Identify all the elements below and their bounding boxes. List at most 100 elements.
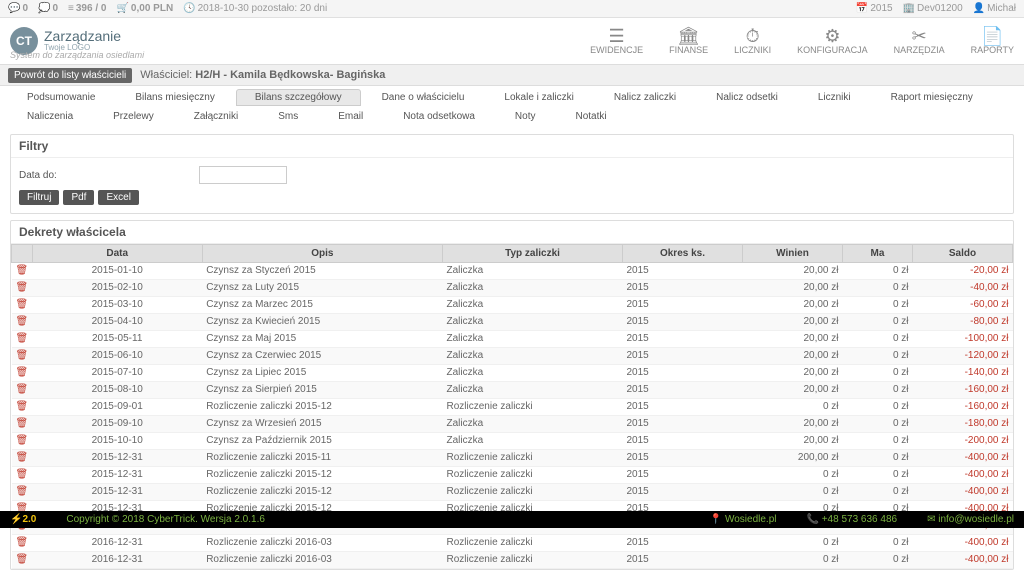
- delete-icon[interactable]: 🗑: [16, 299, 29, 310]
- tab-lokale-i-zaliczki[interactable]: Lokale i zaliczki: [485, 89, 592, 106]
- tab-podsumowanie[interactable]: Podsumowanie: [8, 89, 114, 106]
- logo-title: Zarządzanie: [44, 29, 121, 44]
- tab-dane-o-właścicielu[interactable]: Dane o właścicielu: [363, 89, 484, 106]
- back-button[interactable]: Powrót do listy właścicieli: [8, 68, 132, 83]
- cell: Zaliczka: [443, 382, 623, 399]
- footer-email[interactable]: ✉ info@wosiedle.pl: [927, 514, 1014, 525]
- cell: Zaliczka: [443, 365, 623, 382]
- table-row: 🗑2015-01-10Czynsz za Styczeń 2015Zaliczk…: [12, 263, 1013, 280]
- delete-icon[interactable]: 🗑: [16, 469, 29, 480]
- cell: 2015-08-10: [32, 382, 202, 399]
- footer-site[interactable]: 📍 Wosiedle.pl: [710, 514, 777, 525]
- delete-icon[interactable]: 🗑: [16, 265, 29, 276]
- tab-bilans-szczegółowy[interactable]: Bilans szczegółowy: [236, 89, 361, 106]
- cell: Czynsz za Luty 2015: [202, 280, 442, 297]
- gear-icon: ⚙: [797, 27, 868, 45]
- cell: -60,00 zł: [913, 297, 1013, 314]
- tab-liczniki[interactable]: Liczniki: [799, 89, 870, 106]
- filter-button[interactable]: Filtruj: [19, 190, 59, 205]
- delete-icon[interactable]: 🗑: [16, 435, 29, 446]
- tab-nalicz-zaliczki[interactable]: Nalicz zaliczki: [595, 89, 695, 106]
- tab-bilans-miesięczny[interactable]: Bilans miesięczny: [116, 89, 233, 106]
- tab-nalicz-odsetki[interactable]: Nalicz odsetki: [697, 89, 797, 106]
- delete-icon[interactable]: 🗑: [16, 486, 29, 497]
- delete-icon[interactable]: 🗑: [16, 554, 29, 565]
- col-header[interactable]: Ma: [843, 245, 913, 263]
- nav-raporty[interactable]: 📄RAPORTY: [971, 27, 1014, 55]
- col-header[interactable]: Okres ks.: [623, 245, 743, 263]
- nav-finanse[interactable]: 🏛FINANSE: [669, 27, 708, 55]
- nav-narzedzia[interactable]: ✂NARZĘDZIA: [894, 27, 945, 55]
- cell: 0 zł: [843, 552, 913, 569]
- tab-naliczenia[interactable]: Naliczenia: [8, 108, 92, 125]
- pdf-button[interactable]: Pdf: [63, 190, 94, 205]
- cell: -400,00 zł: [913, 535, 1013, 552]
- delete-icon[interactable]: 🗑: [16, 282, 29, 293]
- balance-chip[interactable]: 🛒 0,00 PLN: [116, 3, 173, 14]
- nav-konfiguracja[interactable]: ⚙KONFIGURACJA: [797, 27, 868, 55]
- cell: Rozliczenie zaliczki 2016-03: [202, 552, 442, 569]
- footer: ⚡2.0 Copyright © 2018 CyberTrick. Wersja…: [0, 511, 1024, 528]
- tab-sms[interactable]: Sms: [259, 108, 317, 125]
- tab-załączniki[interactable]: Załączniki: [175, 108, 257, 125]
- col-header[interactable]: Typ zaliczki: [443, 245, 623, 263]
- delete-icon[interactable]: 🗑: [16, 350, 29, 361]
- tab-email[interactable]: Email: [319, 108, 382, 125]
- year-chip[interactable]: 📅 2015: [856, 3, 893, 14]
- cell: 2015-12-31: [32, 450, 202, 467]
- tabs: PodsumowanieBilans miesięcznyBilans szcz…: [0, 86, 1024, 128]
- messages-chip[interactable]: 💭 0: [38, 3, 58, 14]
- cell: 2015-09-01: [32, 399, 202, 416]
- cell: 2015-10-10: [32, 433, 202, 450]
- cell: 0 zł: [843, 399, 913, 416]
- cell: Czynsz za Czerwiec 2015: [202, 348, 442, 365]
- delete-icon[interactable]: 🗑: [16, 418, 29, 429]
- nav-ewidencje[interactable]: ☰EWIDENCJE: [590, 27, 643, 55]
- col-header[interactable]: Saldo: [913, 245, 1013, 263]
- delete-icon[interactable]: 🗑: [16, 452, 29, 463]
- filters-heading: Filtry: [11, 135, 1013, 158]
- feed-chip[interactable]: ≡ 396 / 0: [68, 3, 106, 14]
- cell: 20,00 zł: [743, 433, 843, 450]
- cell: -200,00 zł: [913, 433, 1013, 450]
- delete-icon[interactable]: 🗑: [16, 316, 29, 327]
- table-row: 🗑2015-12-31Rozliczenie zaliczki 2015-12R…: [12, 484, 1013, 501]
- delete-icon[interactable]: 🗑: [16, 384, 29, 395]
- col-header[interactable]: Opis: [202, 245, 442, 263]
- date-to-input[interactable]: [199, 166, 287, 184]
- col-header[interactable]: Data: [32, 245, 202, 263]
- col-header[interactable]: [12, 245, 33, 263]
- tab-nota-odsetkowa[interactable]: Nota odsetkowa: [384, 108, 494, 125]
- cell: 2015: [623, 365, 743, 382]
- tab-notatki[interactable]: Notatki: [556, 108, 625, 125]
- cell: 0 zł: [843, 331, 913, 348]
- table-row: 🗑2016-12-31Rozliczenie zaliczki 2016-03R…: [12, 552, 1013, 569]
- cell: 0 zł: [843, 314, 913, 331]
- gauge-icon: ⏱: [734, 27, 771, 45]
- tab-przelewy[interactable]: Przelewy: [94, 108, 173, 125]
- cell: 20,00 zł: [743, 382, 843, 399]
- delete-icon[interactable]: 🗑: [16, 401, 29, 412]
- comments-chip[interactable]: 💬 0: [8, 3, 28, 14]
- cell: Czynsz za Styczeń 2015: [202, 263, 442, 280]
- nav-liczniki[interactable]: ⏱LICZNIKI: [734, 27, 771, 55]
- user-chip[interactable]: 👤 Michał: [973, 3, 1016, 14]
- delete-icon[interactable]: 🗑: [16, 537, 29, 548]
- footer-phone[interactable]: 📞 +48 573 636 486: [806, 514, 897, 525]
- cell: -140,00 zł: [913, 365, 1013, 382]
- excel-button[interactable]: Excel: [98, 190, 138, 205]
- delete-icon[interactable]: 🗑: [16, 367, 29, 378]
- cell: 0 zł: [843, 382, 913, 399]
- cell: 20,00 zł: [743, 263, 843, 280]
- dekrety-heading: Dekrety właścicela: [11, 221, 1013, 244]
- cell: Zaliczka: [443, 314, 623, 331]
- dev-chip[interactable]: 🏢 Dev01200: [903, 3, 963, 14]
- cell: 2015: [623, 484, 743, 501]
- cell: 2015: [623, 535, 743, 552]
- tab-raport-miesięczny[interactable]: Raport miesięczny: [872, 89, 992, 106]
- filters-panel: Filtry Data do: Filtruj Pdf Excel: [10, 134, 1014, 214]
- tab-noty[interactable]: Noty: [496, 108, 555, 125]
- col-header[interactable]: Winien: [743, 245, 843, 263]
- delete-icon[interactable]: 🗑: [16, 333, 29, 344]
- cell: Czynsz za Sierpień 2015: [202, 382, 442, 399]
